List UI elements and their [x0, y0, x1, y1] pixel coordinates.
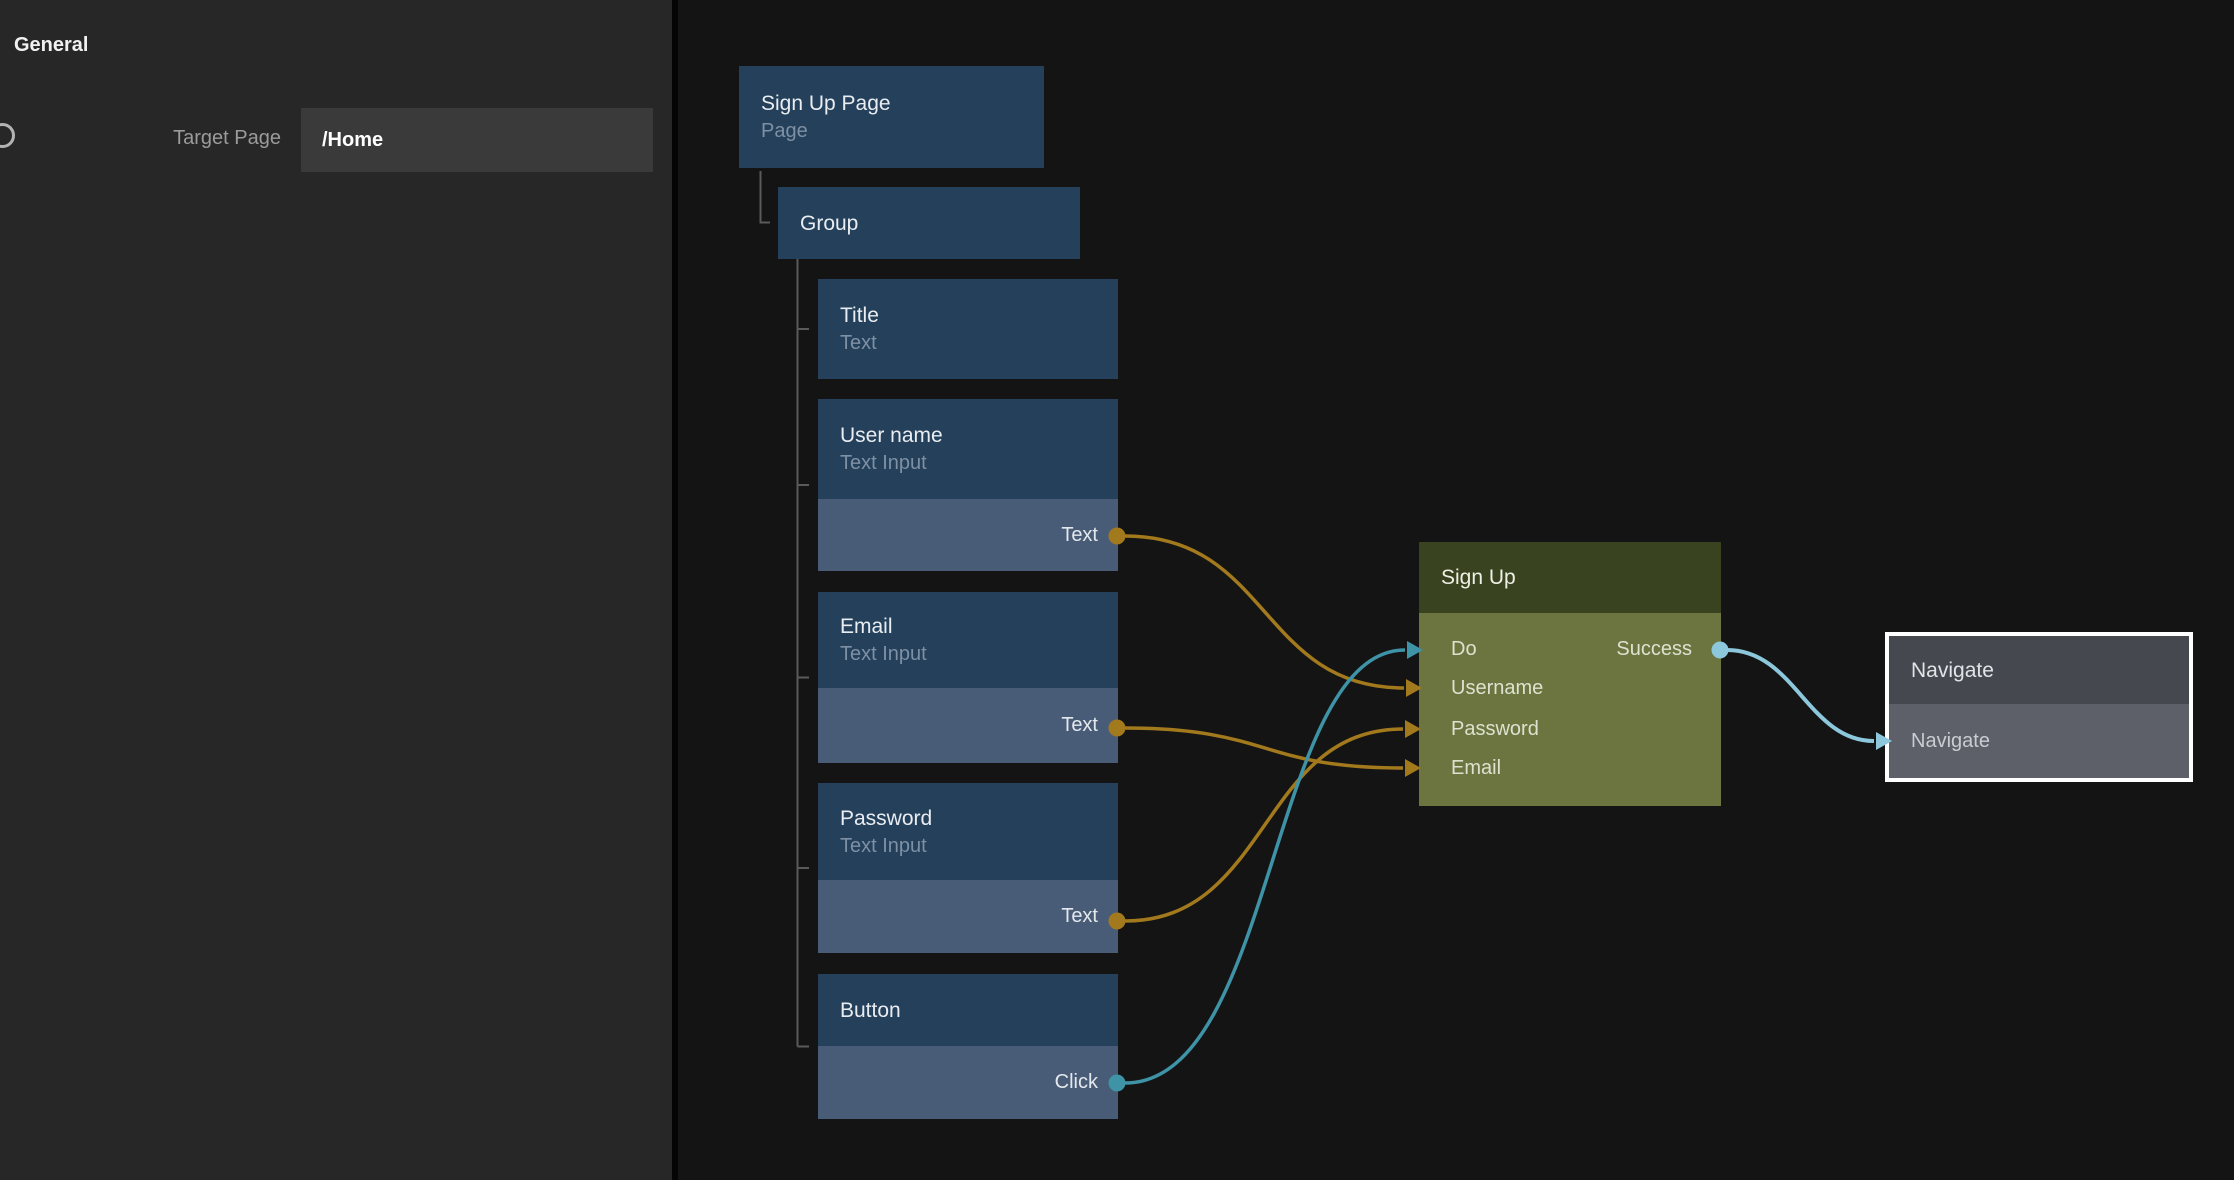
- node-title: Button: [840, 996, 1118, 1025]
- input-port-email[interactable]: Email: [1451, 756, 1501, 780]
- node-title: Group: [800, 209, 1080, 238]
- input-port-do[interactable]: Do: [1451, 637, 1477, 661]
- node-title: Title: [840, 301, 1118, 330]
- output-port-success[interactable]: Success: [1616, 637, 1692, 661]
- target-page-label: Target Page: [80, 127, 281, 150]
- node-navigate[interactable]: Navigate Navigate: [1885, 632, 2193, 782]
- node-title: User name: [840, 421, 1118, 450]
- node-title-text[interactable]: Title Text: [818, 279, 1118, 379]
- node-title: Email: [840, 612, 1118, 641]
- node-email[interactable]: Email Text Input Text: [818, 592, 1118, 763]
- node-title: Navigate: [1911, 656, 2189, 685]
- input-port-password[interactable]: Password: [1451, 717, 1539, 741]
- input-port-username[interactable]: Username: [1451, 676, 1543, 700]
- node-title: Sign Up Page: [761, 89, 1044, 118]
- node-subtitle: Text Input: [840, 833, 1118, 860]
- output-port-text[interactable]: Text: [818, 499, 1118, 571]
- node-password[interactable]: Password Text Input Text: [818, 783, 1118, 953]
- node-group[interactable]: Group: [778, 187, 1080, 259]
- panel-divider: [672, 0, 678, 1180]
- node-title: Password: [840, 804, 1118, 833]
- port-label: Text: [1061, 905, 1098, 928]
- properties-panel: General Target Page: [0, 0, 672, 1180]
- port-label: Text: [1061, 524, 1098, 547]
- node-title: Sign Up: [1441, 563, 1721, 592]
- output-port-click[interactable]: Click: [818, 1046, 1118, 1119]
- node-button[interactable]: Button Click: [818, 974, 1118, 1119]
- port-label: Navigate: [1911, 730, 1990, 753]
- port-label: Text: [1061, 714, 1098, 737]
- input-port-navigate[interactable]: Navigate: [1889, 704, 2189, 778]
- port-label: Click: [1055, 1071, 1098, 1094]
- connection-port-icon[interactable]: [0, 123, 15, 148]
- node-sign-up-action[interactable]: Sign Up Do Username Password Email Succe…: [1419, 542, 1721, 806]
- output-port-text[interactable]: Text: [818, 880, 1118, 953]
- node-subtitle: Text Input: [840, 641, 1118, 668]
- node-subtitle: Page: [761, 118, 1044, 145]
- node-user-name[interactable]: User name Text Input Text: [818, 399, 1118, 571]
- section-title: General: [14, 34, 88, 57]
- output-port-text[interactable]: Text: [818, 688, 1118, 763]
- node-subtitle: Text: [840, 330, 1118, 357]
- node-sign-up-page[interactable]: Sign Up Page Page: [739, 66, 1044, 168]
- node-subtitle: Text Input: [840, 450, 1118, 477]
- target-page-input[interactable]: [301, 108, 653, 172]
